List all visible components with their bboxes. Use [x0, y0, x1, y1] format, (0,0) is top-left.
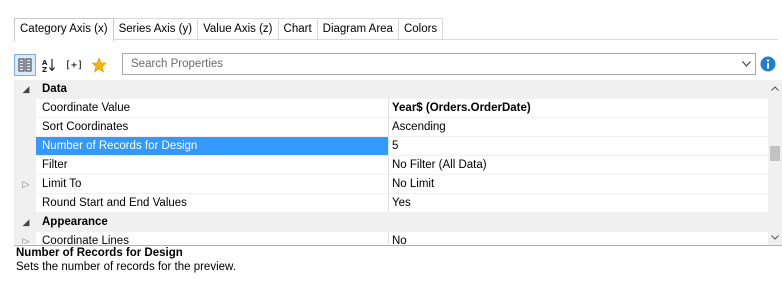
- tab-strip: Category Axis (x) Series Axis (y) Value …: [14, 18, 444, 41]
- property-name: Number of Records for Design: [42, 140, 198, 152]
- scrollbar-thumb[interactable]: [770, 146, 780, 161]
- column-separator: [388, 99, 389, 118]
- property-value[interactable]: Year$ (Orders.OrderDate): [392, 99, 531, 118]
- search-properties-box[interactable]: Search Properties: [122, 53, 756, 75]
- vertical-scrollbar[interactable]: [768, 80, 782, 245]
- tab-series-axis[interactable]: Series Axis (y): [112, 18, 199, 40]
- info-button[interactable]: [758, 53, 778, 75]
- property-name: Sort Coordinates: [42, 121, 129, 133]
- property-row-sort-coordinates[interactable]: Sort Coordinates Ascending: [14, 118, 768, 137]
- search-dropdown-button[interactable]: [737, 54, 755, 74]
- column-separator: [388, 118, 389, 137]
- tab-category-axis[interactable]: Category Axis (x): [14, 18, 114, 41]
- property-row-number-of-records[interactable]: Number of Records for Design 5: [14, 137, 768, 156]
- property-row-coordinate-value[interactable]: Coordinate Value Year$ (Orders.OrderDate…: [14, 99, 768, 118]
- property-value[interactable]: 5: [392, 137, 398, 156]
- tab-chart[interactable]: Chart: [277, 18, 318, 40]
- property-value[interactable]: No: [392, 232, 407, 244]
- category-row-data[interactable]: ◢ Data: [14, 80, 768, 99]
- property-value[interactable]: No Filter (All Data): [392, 156, 487, 175]
- tab-value-axis[interactable]: Value Axis (z): [197, 18, 279, 40]
- expand-all-button[interactable]: [+]: [62, 54, 86, 76]
- expand-icon[interactable]: ▷: [20, 232, 32, 244]
- property-name: Round Start and End Values: [42, 197, 187, 209]
- column-separator: [388, 137, 389, 156]
- collapse-icon[interactable]: ◢: [20, 80, 32, 99]
- scroll-up-button[interactable]: [768, 80, 782, 96]
- tab-panel-border: [14, 39, 778, 40]
- category-row-appearance[interactable]: ◢ Appearance: [14, 213, 768, 232]
- property-grid: ◢ Data Coordinate Value Year$ (Orders.Or…: [14, 80, 768, 244]
- categorized-view-button[interactable]: [14, 54, 36, 76]
- description-text: Sets the number of records for the previ…: [16, 261, 236, 273]
- property-row-filter[interactable]: Filter No Filter (All Data): [14, 156, 768, 175]
- column-separator: [388, 175, 389, 194]
- property-row-round-values[interactable]: Round Start and End Values Yes: [14, 194, 768, 213]
- property-value[interactable]: Ascending: [392, 118, 446, 137]
- description-pane: Number of Records for Design Sets the nu…: [14, 245, 782, 306]
- property-toolbar: A Z [+] Search Properties: [14, 52, 778, 78]
- expand-all-label: [+]: [64, 59, 84, 71]
- categorized-icon: [18, 58, 32, 72]
- collapse-icon[interactable]: ◢: [20, 213, 32, 232]
- search-input[interactable]: Search Properties: [123, 58, 737, 70]
- column-separator: [388, 156, 389, 175]
- property-value[interactable]: Yes: [392, 194, 411, 213]
- category-label: Data: [42, 83, 67, 95]
- star-icon: [91, 57, 107, 73]
- column-separator: [388, 194, 389, 213]
- sort-az-icon: A Z: [42, 59, 55, 72]
- svg-text:Z: Z: [42, 66, 47, 72]
- property-row-limit-to[interactable]: ▷ Limit To No Limit: [14, 175, 768, 194]
- property-name: Limit To: [42, 178, 82, 190]
- property-name: Filter: [42, 159, 68, 171]
- chevron-up-icon: [771, 85, 779, 91]
- property-name: Coordinate Value: [42, 102, 131, 114]
- column-separator: [388, 232, 389, 244]
- favorites-button[interactable]: [88, 54, 110, 76]
- tab-diagram-area[interactable]: Diagram Area: [316, 18, 399, 40]
- property-value[interactable]: No Limit: [392, 175, 434, 194]
- tab-colors[interactable]: Colors: [397, 18, 444, 40]
- property-row-coordinate-lines[interactable]: ▷ Coordinate Lines No: [14, 232, 768, 244]
- info-icon: [760, 56, 776, 72]
- scroll-down-button[interactable]: [768, 229, 782, 245]
- chevron-down-icon: [741, 61, 751, 67]
- chevron-down-icon: [771, 234, 779, 240]
- sort-alphabetical-button[interactable]: A Z: [38, 54, 60, 76]
- category-label: Appearance: [42, 216, 108, 228]
- property-name: Coordinate Lines: [42, 235, 129, 244]
- expand-icon[interactable]: ▷: [20, 175, 32, 194]
- description-title: Number of Records for Design: [16, 247, 183, 259]
